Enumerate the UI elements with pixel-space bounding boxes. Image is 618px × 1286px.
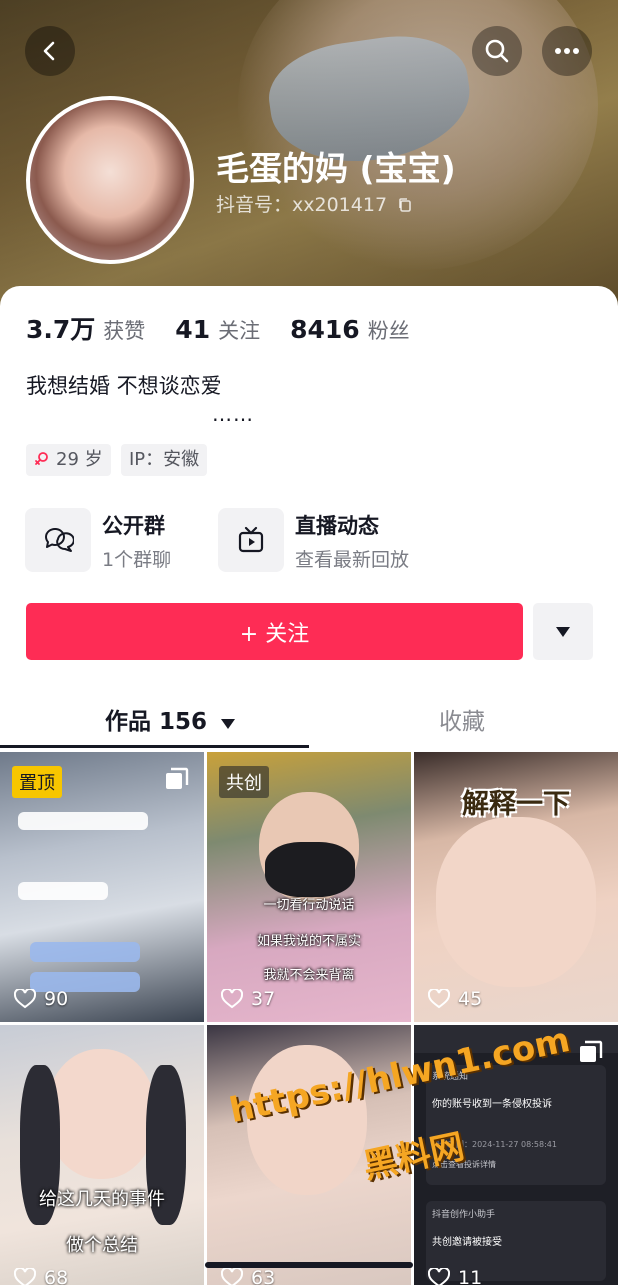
likes-label: 获赞 — [103, 319, 146, 343]
age-value: 29 岁 — [56, 449, 103, 470]
video-card[interactable]: 给这几天的事件 做个总结 68 — [0, 1025, 204, 1285]
notice-line: 共创邀请被接受 — [432, 1237, 502, 1248]
tab-favorites[interactable]: 收藏 — [439, 702, 485, 736]
bio-more[interactable]: …… — [212, 402, 254, 426]
follow-button[interactable]: + 关注 — [26, 603, 523, 660]
search-button[interactable] — [472, 26, 522, 76]
tab-works-label: 作品 156 — [105, 709, 208, 735]
video-caption: 我就不会来背离 — [263, 968, 355, 983]
back-arrow-icon — [43, 41, 55, 61]
heart-icon — [14, 989, 36, 1009]
video-card[interactable]: 置顶 90 — [0, 752, 204, 1022]
video-likes: 45 — [428, 988, 482, 1010]
multi-image-icon — [166, 767, 189, 789]
triangle-down-icon — [221, 719, 236, 729]
avatar[interactable] — [26, 96, 194, 264]
douyin-id-label: 抖音号： — [216, 194, 293, 216]
stats-row: 3.7万 获赞 41 关注 8416 粉丝 — [26, 310, 440, 346]
group-chat-icon — [44, 527, 74, 552]
heart-icon — [221, 989, 243, 1009]
following-label[interactable]: 关注 — [218, 315, 260, 345]
douyin-id-value: xx201417 — [292, 194, 388, 216]
follow-dropdown-button[interactable] — [533, 603, 593, 660]
public-group-subtitle: 1个群聊 — [102, 549, 172, 571]
public-group-icon-box[interactable] — [25, 508, 91, 572]
age-tag: 29 岁 — [26, 444, 111, 476]
video-card[interactable]: 共创 一切看行动说话 如果我说的不属实 我就不会来背离 37 — [207, 752, 411, 1022]
pinned-badge: 置顶 — [12, 766, 62, 798]
heart-icon — [428, 989, 450, 1009]
triangle-down-icon — [556, 626, 570, 637]
live-title[interactable]: 直播动态 — [295, 510, 379, 540]
home-indicator — [205, 1262, 413, 1268]
tv-icon — [238, 526, 264, 553]
profile-name: 毛蛋的妈 (宝宝) — [216, 149, 456, 188]
public-group-title[interactable]: 公开群 — [102, 510, 165, 540]
live-subtitle: 查看最新回放 — [295, 549, 410, 571]
followers-label[interactable]: 粉丝 — [368, 315, 410, 345]
multi-image-icon — [580, 1040, 603, 1062]
search-icon — [485, 39, 509, 63]
active-tab-indicator — [0, 745, 309, 748]
video-card[interactable]: 解释一下 45 — [414, 752, 618, 1022]
video-likes: 37 — [221, 988, 275, 1010]
notice-line: 你的账号收到一条侵权投诉 — [432, 1099, 552, 1110]
video-likes: 11 — [428, 1267, 482, 1285]
video-caption: 一切看行动说话 — [263, 898, 355, 913]
video-title-overlay: 解释一下 — [462, 789, 570, 820]
ip-tag: IP：安徽 — [121, 444, 208, 476]
collab-badge: 共创 — [219, 766, 269, 798]
bio-text: 我想结婚 不想谈恋爱 — [26, 374, 222, 398]
notice-line: 抖音创作小助手 — [432, 1210, 496, 1220]
copy-icon[interactable] — [397, 197, 413, 213]
live-icon-box[interactable] — [218, 508, 284, 572]
video-likes: 90 — [14, 988, 68, 1010]
video-caption: 做个总结 — [66, 1235, 138, 1256]
more-dots-icon — [555, 48, 579, 54]
douyin-id[interactable]: 抖音号：xx201417 — [216, 190, 413, 217]
video-caption: 如果我说的不属实 — [256, 934, 361, 949]
followers-count[interactable]: 8416 — [290, 315, 360, 344]
more-button[interactable] — [542, 26, 592, 76]
back-button[interactable] — [25, 26, 75, 76]
following-count[interactable]: 41 — [175, 315, 210, 344]
heart-icon — [428, 1268, 450, 1285]
tab-works[interactable]: 作品 156 — [105, 702, 236, 736]
female-icon — [35, 452, 48, 465]
heart-icon — [14, 1268, 36, 1285]
video-likes: 68 — [14, 1267, 68, 1285]
heart-icon — [221, 1268, 243, 1285]
video-caption: 给这几天的事件 — [39, 1189, 165, 1210]
likes-count: 3.7万 — [26, 315, 96, 344]
video-likes: 63 — [221, 1267, 275, 1285]
